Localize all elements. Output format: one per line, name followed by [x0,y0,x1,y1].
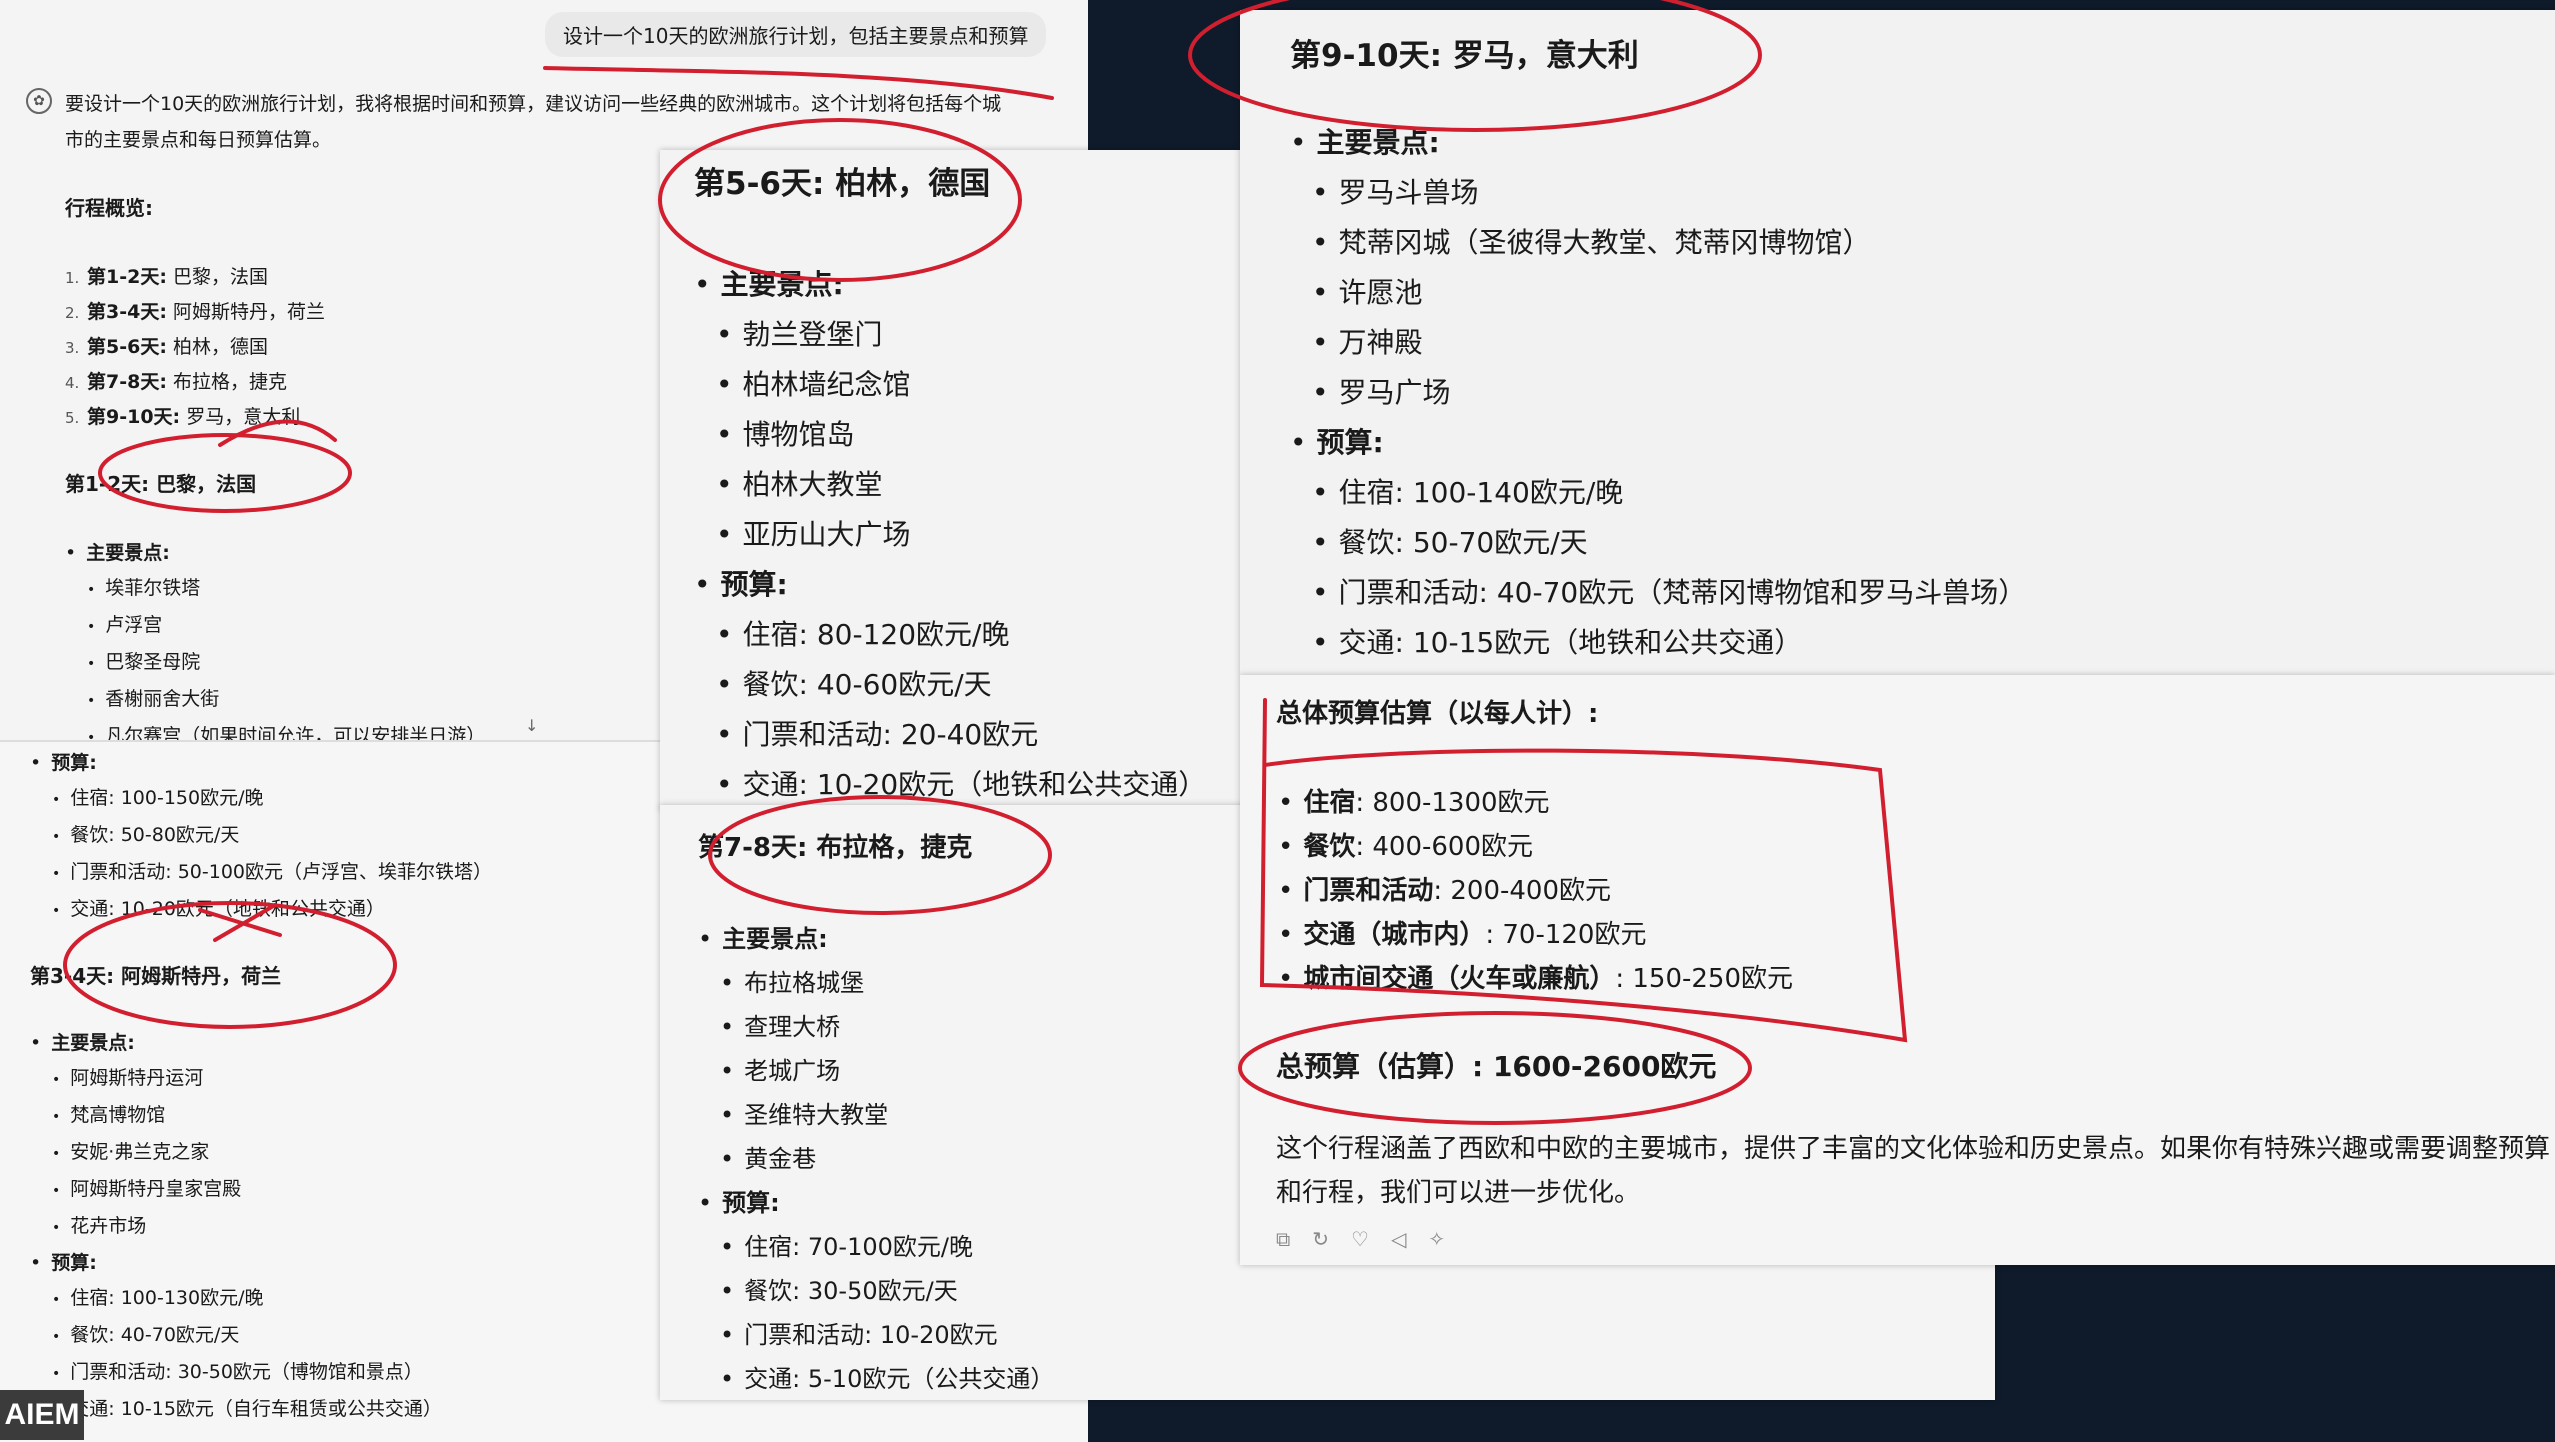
paris-attractions: 主要景点: 埃菲尔铁塔 卢浮宫 巴黎圣母院 香榭丽舍大街 凡尔赛宫（如果时间允许… [65,536,485,745]
berlin-details: 主要景点: 勃兰登堡门 柏林墙纪念馆 博物馆岛 柏林大教堂 亚历山大广场 预算:… [694,260,1207,810]
list-item: 阿姆斯特丹运河 [30,1061,442,1098]
scroll-down-icon[interactable]: ↓ [525,716,538,735]
list-item: 柏林墙纪念馆 [694,360,1206,410]
rome-budget-label: 预算: [1290,418,2026,468]
grand-total: 总预算（估算）: 1600-2600欧元 [1276,1050,1717,1083]
list-item: 布拉格城堡 [698,961,1054,1005]
amsterdam-attractions-label: 主要景点: [30,1026,442,1061]
berlin-panel: 第5-6天: 柏林，德国 主要景点: 勃兰登堡门 柏林墙纪念馆 博物馆岛 柏林大… [660,150,1260,810]
list-item: 梵蒂冈城（圣彼得大教堂、梵蒂冈博物馆） [1290,218,2026,268]
list-item: 门票和活动: 200-400欧元 [1278,869,1793,913]
paris-budget: 预算: 住宿: 100-150欧元/晚 餐饮: 50-80欧元/天 门票和活动:… [30,746,492,929]
list-item: 博物馆岛 [694,410,1206,460]
list-item: 住宿: 70-100欧元/晚 [698,1225,1054,1269]
closing-text: 这个行程涵盖了西欧和中欧的主要城市，提供了丰富的文化体验和历史景点。如果你有特殊… [1276,1134,2551,1208]
list-item: 查理大桥 [698,1005,1054,1049]
amsterdam-details: 主要景点: 阿姆斯特丹运河 梵高博物馆 安妮·弗兰克之家 阿姆斯特丹皇家宫殿 花… [30,1026,442,1429]
list-item: 万神殿 [1290,318,2026,368]
list-item: 门票和活动: 40-70欧元（梵蒂冈博物馆和罗马斗兽场） [1290,568,2027,618]
rome-details: 主要景点: 罗马斗兽场 梵蒂冈城（圣彼得大教堂、梵蒂冈博物馆） 许愿池 万神殿 … [1290,118,2027,668]
list-item: 阿姆斯特丹皇家宫殿 [30,1172,442,1209]
list-item: 住宿: 100-140欧元/晚 [1290,468,2026,518]
sparkle-icon[interactable]: ✧ [1428,1227,1467,1251]
list-item: 黄金巷 [698,1137,1054,1181]
list-item: 亚历山大广场 [694,510,1206,560]
list-item: 门票和活动: 30-50欧元（博物馆和景点） [30,1355,442,1392]
list-item: 餐饮: 50-80欧元/天 [30,818,492,855]
berlin-attractions-label: 主要景点: [694,260,1206,310]
paris-title: 第1-2天: 巴黎，法国 [65,472,257,496]
rome-panel: 第9-10天: 罗马，意大利 主要景点: 罗马斗兽场 梵蒂冈城（圣彼得大教堂、梵… [1240,10,2555,675]
list-item: 圣维特大教堂 [698,1093,1054,1137]
prague-title: 第7-8天: 布拉格，捷克 [698,833,973,863]
list-item: 许愿池 [1290,268,2026,318]
list-item: 城市间交通（火车或廉航）: 150-250欧元 [1278,957,1793,1001]
list-item: 卢浮宫 [65,608,485,645]
amsterdam-title: 第3-4天: 阿姆斯特丹，荷兰 [30,964,282,988]
list-item: 交通: 10-15欧元（地铁和公共交通） [1290,618,2026,668]
prague-attractions-label: 主要景点: [698,917,1054,961]
list-item: 香榭丽舍大街 [65,682,485,719]
assistant-intro: 要设计一个10天的欧洲旅行计划，我将根据时间和预算，建议访问一些经典的欧洲城市。… [65,93,1002,151]
list-item: 门票和活动: 50-100欧元（卢浮宫、埃菲尔铁塔） [30,855,492,892]
list-item: 交通（城市内）: 70-120欧元 [1278,913,1793,957]
copy-icon[interactable]: ⧉ [1276,1227,1312,1251]
list-item: 餐饮: 50-70欧元/天 [1290,518,2026,568]
paris-budget-label: 预算: [30,746,492,781]
list-item: 埃菲尔铁塔 [65,571,485,608]
list-item: 交通: 10-20欧元（地铁和公共交通） [30,892,492,929]
list-item: 罗马广场 [1290,368,2026,418]
dislike-icon[interactable]: ♡ [1351,1227,1391,1251]
message-actions: ⧉↻♡◁✧ [1276,1227,1467,1251]
berlin-title: 第5-6天: 柏林，德国 [694,166,991,202]
amsterdam-budget-label: 预算: [30,1246,442,1281]
list-item: 老城广场 [698,1049,1054,1093]
assistant-logo-icon: ✿ [26,88,52,114]
list-item: 罗马斗兽场 [1290,168,2026,218]
overview-item: 2. 第3-4天: 阿姆斯特丹，荷兰 [65,301,325,323]
prague-budget-label: 预算: [698,1181,1054,1225]
paris-attractions-label: 主要景点: [65,536,485,571]
total-budget-list: 住宿: 800-1300欧元 餐饮: 400-600欧元 门票和活动: 200-… [1278,781,1793,1001]
berlin-budget-label: 预算: [694,560,1206,610]
overview-item: 5. 第9-10天: 罗马，意大利 [65,406,301,428]
list-item: 住宿: 100-150欧元/晚 [30,781,492,818]
list-item: 花卉市场 [30,1209,442,1246]
list-item: 餐饮: 40-70欧元/天 [30,1318,442,1355]
overview-item: 3. 第5-6天: 柏林，德国 [65,336,268,358]
watermark-logo: AIEM [0,1390,84,1440]
list-item: 餐饮: 30-50欧元/天 [698,1269,1054,1313]
list-item: 交通: 10-20欧元（地铁和公共交通） [694,760,1207,810]
rome-title: 第9-10天: 罗马，意大利 [1290,38,1639,74]
overview-list: 1. 第1-2天: 巴黎，法国 2. 第3-4天: 阿姆斯特丹，荷兰 3. 第5-6天… [65,260,325,435]
user-message: 设计一个10天的欧洲旅行计划，包括主要景点和预算 [545,12,1047,57]
overview-heading: 行程概览: [65,196,153,220]
list-item: 住宿: 800-1300欧元 [1278,781,1793,825]
list-item: 柏林大教堂 [694,460,1206,510]
rome-attractions-label: 主要景点: [1290,118,2026,168]
prague-details: 主要景点: 布拉格城堡 查理大桥 老城广场 圣维特大教堂 黄金巷 预算: 住宿:… [698,917,1054,1400]
list-item: 交通: 5-10欧元（公共交通） [698,1357,1054,1400]
list-item: 安妮·弗兰克之家 [30,1135,442,1172]
list-item: 餐饮: 400-600欧元 [1278,825,1793,869]
list-item: 门票和活动: 10-20欧元 [698,1313,1054,1357]
total-heading: 总体预算估算（以每人计）: [1276,699,1599,729]
overview-item: 4. 第7-8天: 布拉格，捷克 [65,371,287,393]
list-item: 住宿: 100-130欧元/晚 [30,1281,442,1318]
list-item: 交通: 10-15欧元（自行车租赁或公共交通） [30,1392,442,1429]
speaker-icon[interactable]: ◁ [1391,1227,1428,1251]
list-item: 巴黎圣母院 [65,645,485,682]
list-item: 门票和活动: 20-40欧元 [694,710,1206,760]
list-item: 住宿: 80-120欧元/晚 [694,610,1206,660]
overview-item: 1. 第1-2天: 巴黎，法国 [65,266,268,288]
regenerate-icon[interactable]: ↻ [1312,1227,1351,1251]
list-item: 餐饮: 40-60欧元/天 [694,660,1206,710]
list-item: 勃兰登堡门 [694,310,1206,360]
list-item: 梵高博物馆 [30,1098,442,1135]
total-budget-panel: 总体预算估算（以每人计）: 住宿: 800-1300欧元 餐饮: 400-600… [1240,675,2555,1265]
